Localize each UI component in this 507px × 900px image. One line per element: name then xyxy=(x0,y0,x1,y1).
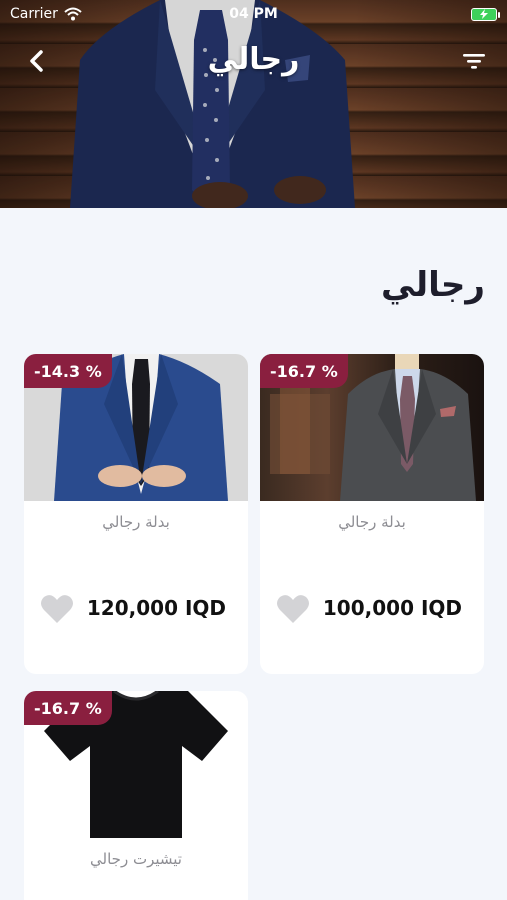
product-card[interactable]: -16.7 % تيشيرت رجالي xyxy=(24,691,248,900)
page-title: رجالي xyxy=(207,42,300,77)
product-name: تيشيرت رجالي xyxy=(90,850,182,868)
navigation-bar: رجالي xyxy=(0,38,507,84)
discount-badge: -16.7 % xyxy=(24,691,112,725)
product-name: بدلة رجالي xyxy=(338,513,406,531)
status-bar: Carrier 04 PM xyxy=(0,0,507,28)
back-button[interactable] xyxy=(22,46,52,76)
status-time: 04 PM xyxy=(229,6,278,22)
filter-icon xyxy=(463,54,485,69)
chevron-left-icon xyxy=(30,50,43,72)
heart-icon xyxy=(277,595,309,623)
header-banner-image xyxy=(0,0,507,208)
product-price: 120,000 IQD xyxy=(86,596,226,620)
product-image: -16.7 % xyxy=(260,354,484,501)
wifi-icon xyxy=(64,7,82,21)
favorite-button[interactable] xyxy=(276,594,310,624)
product-price: 100,000 IQD xyxy=(322,596,462,620)
discount-badge: -14.3 % xyxy=(24,354,112,388)
product-card[interactable]: -14.3 % بدلة رجالي 120,000 IQD xyxy=(24,354,248,674)
battery-icon xyxy=(471,7,500,21)
favorite-button[interactable] xyxy=(40,594,74,624)
product-image: -16.7 % xyxy=(24,691,248,838)
carrier-label: Carrier xyxy=(10,6,58,22)
heart-icon xyxy=(41,595,73,623)
product-image: -14.3 % xyxy=(24,354,248,501)
product-name: بدلة رجالي xyxy=(102,513,170,531)
filter-button[interactable] xyxy=(459,48,489,74)
charging-bolt-icon xyxy=(480,9,488,19)
discount-badge: -16.7 % xyxy=(260,354,348,388)
section-title: رجالي xyxy=(380,265,485,305)
product-card[interactable]: -16.7 % بدلة رجالي 100,000 IQD xyxy=(260,354,484,674)
